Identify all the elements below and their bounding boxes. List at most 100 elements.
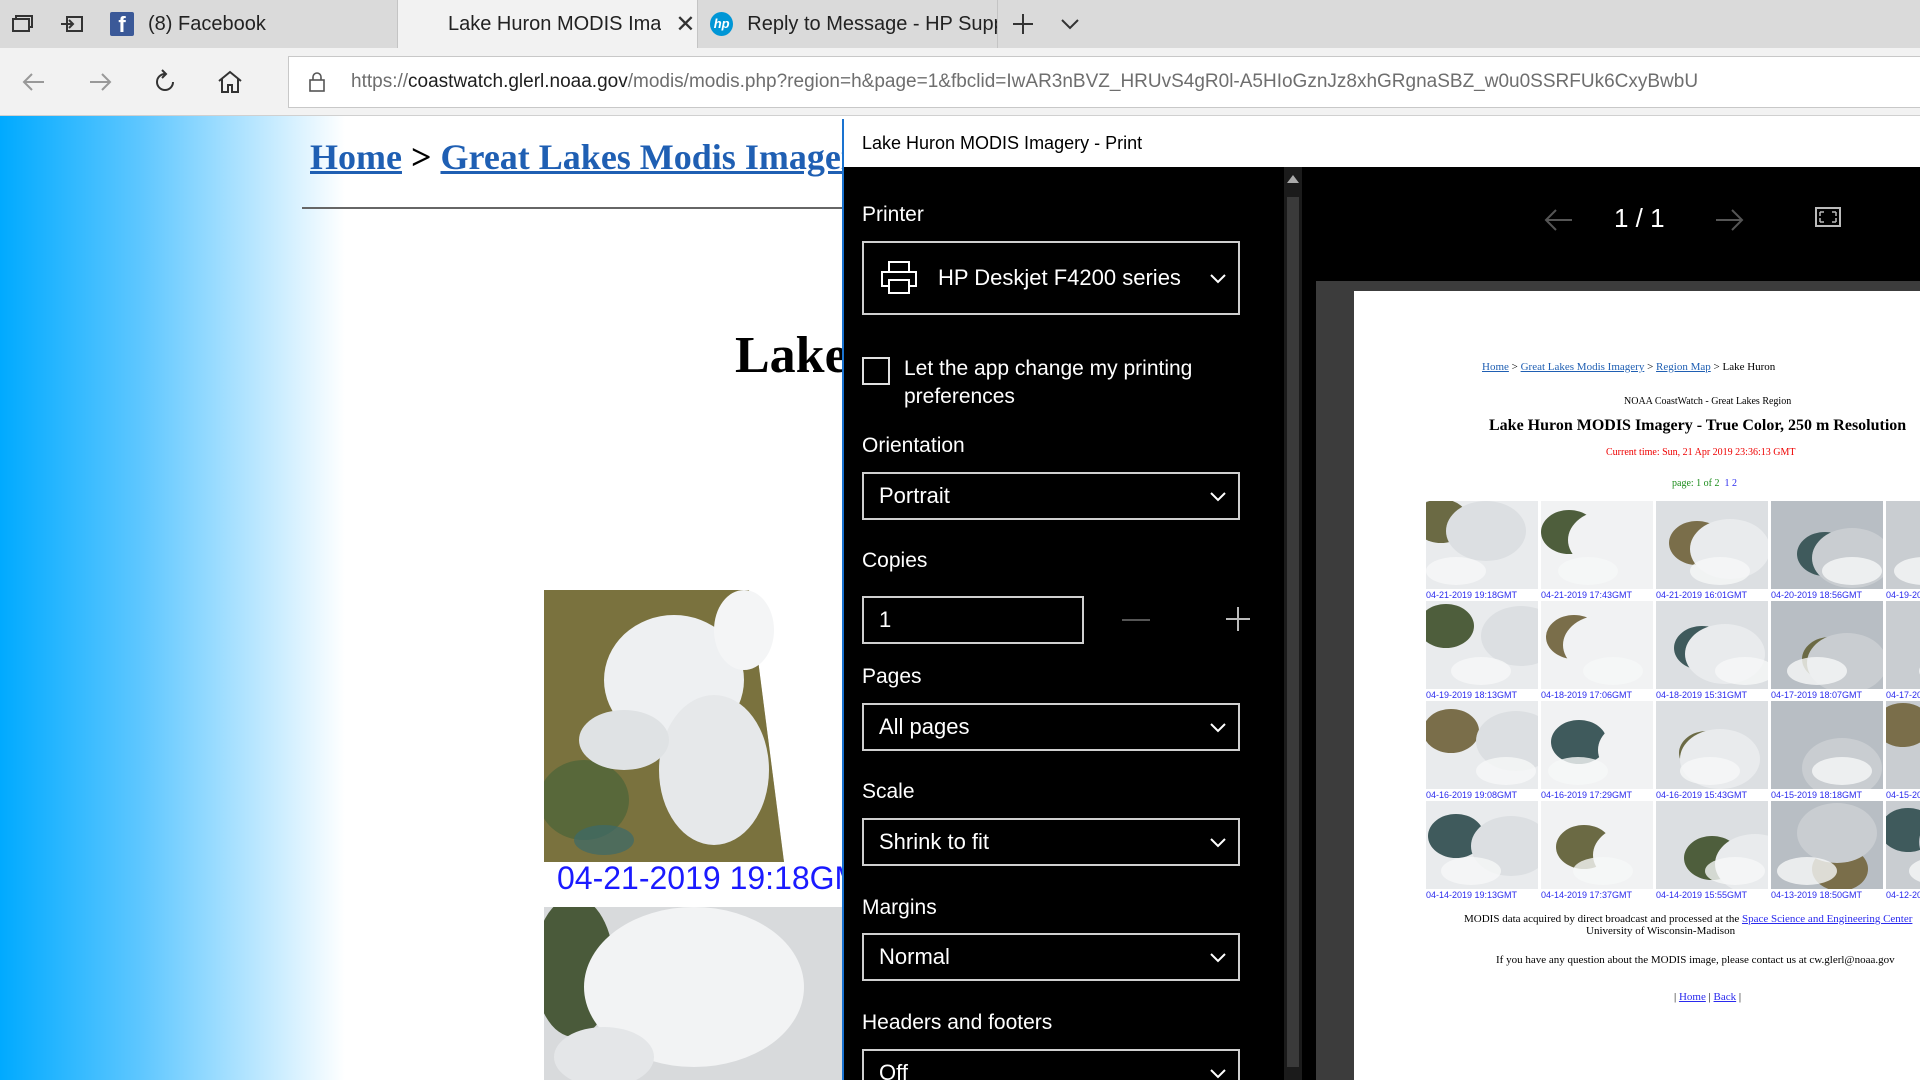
tab-lake-huron[interactable]: Lake Huron MODIS Ima ✕ bbox=[398, 0, 698, 48]
preview-note-university: University of Wisconsin-Madison bbox=[1586, 925, 1736, 937]
modis-thumbnail-image[interactable] bbox=[544, 907, 844, 1080]
allow-app-prefs-label: Let the app change my printing preferenc… bbox=[904, 357, 1193, 408]
preview-thumbnail-caption: 04-13-2019 18:50GMT bbox=[1771, 890, 1863, 900]
preview-thumbnail-image bbox=[1426, 701, 1538, 789]
set-tabs-aside-icon[interactable] bbox=[58, 10, 86, 38]
fit-page-icon[interactable] bbox=[1814, 206, 1842, 228]
preview-thumbnail-image bbox=[1426, 601, 1538, 689]
allow-app-prefs-checkbox[interactable] bbox=[862, 357, 890, 385]
preview-thumbnail-image bbox=[1656, 501, 1768, 589]
preview-thumbnail-image bbox=[1886, 601, 1920, 689]
refresh-icon[interactable] bbox=[147, 64, 183, 100]
preview-footer-back: Back bbox=[1713, 991, 1737, 1003]
preview-thumbnail: 04-18-2019 17:06GMT bbox=[1541, 601, 1653, 701]
scroll-up-icon[interactable] bbox=[1287, 175, 1299, 183]
preview-thumbnail-caption: 04-16-2019 15:43GMT bbox=[1656, 790, 1748, 800]
orientation-select[interactable]: Portrait bbox=[862, 472, 1240, 520]
preview-home-link: Home bbox=[1482, 361, 1509, 373]
margins-select[interactable]: Normal bbox=[862, 933, 1240, 981]
preview-breadcrumb: Home > Great Lakes Modis Imagery > Regio… bbox=[1482, 361, 1776, 373]
breadcrumb-modis-link[interactable]: Great Lakes Modis Imagery bbox=[440, 137, 874, 177]
pages-label: Pages bbox=[862, 665, 922, 688]
divider bbox=[302, 207, 862, 209]
tab-strip: f (8) Facebook Lake Huron MODIS Ima ✕ hp… bbox=[0, 0, 1920, 48]
back-icon[interactable] bbox=[16, 64, 52, 100]
preview-thumbnail-image bbox=[1426, 801, 1538, 889]
preview-thumbnail-caption: 04-15-2019 18:18GMT bbox=[1771, 790, 1863, 800]
tab-facebook[interactable]: f (8) Facebook bbox=[96, 0, 398, 48]
preview-thumbnail-image bbox=[1771, 501, 1883, 589]
print-preview: 1 / 1 Home > Great Lakes Modis Imagery >… bbox=[1302, 167, 1920, 1080]
print-dialog-title: Lake Huron MODIS Imagery - Print bbox=[844, 119, 1920, 167]
chevron-down-icon bbox=[1210, 838, 1226, 848]
breadcrumb: Home > Great Lakes Modis Imagery bbox=[310, 136, 875, 178]
tab-preview-chevron-icon[interactable] bbox=[1056, 10, 1084, 38]
preview-thumbnail-caption: 04-19-2019 18:13GMT bbox=[1426, 690, 1518, 700]
preview-ssec-link: Space Science and Engineering Center bbox=[1741, 913, 1913, 925]
preview-thumbnail-caption: 04-18-2019 17:06GMT bbox=[1541, 690, 1633, 700]
tab-manager-icon[interactable] bbox=[8, 10, 36, 38]
copies-label: Copies bbox=[862, 549, 928, 572]
preview-thumbnail: 04-16-2019 19:08GMT bbox=[1426, 701, 1538, 801]
pages-select[interactable]: All pages bbox=[862, 703, 1240, 751]
preview-current-time: Current time: Sun, 21 Apr 2019 23:36:13 … bbox=[1606, 447, 1796, 458]
copies-input[interactable]: 1 bbox=[862, 596, 1084, 644]
previous-page-icon[interactable] bbox=[1542, 205, 1576, 235]
preview-thumbnail: 04-21-2019 17:43GMT bbox=[1541, 501, 1653, 601]
preview-thumbnail-caption: 04-14-2019 19:13GMT bbox=[1426, 890, 1518, 900]
printer-label: Printer bbox=[862, 203, 924, 226]
modis-thumbnail-image[interactable] bbox=[544, 590, 784, 862]
facebook-icon: f bbox=[110, 12, 134, 37]
printer-select[interactable]: HP Deskjet F4200 series bbox=[862, 241, 1240, 315]
preview-modis-link: Great Lakes Modis Imagery bbox=[1520, 361, 1645, 373]
preview-footer-links: | Home | Back | bbox=[1674, 991, 1742, 1003]
close-tab-icon[interactable]: ✕ bbox=[675, 10, 695, 39]
preview-thumbnail: 04-13-2019 18:50GMT bbox=[1771, 801, 1883, 901]
next-page-icon[interactable] bbox=[1712, 205, 1746, 235]
print-dialog: Lake Huron MODIS Imagery - Print Printer… bbox=[842, 119, 1920, 1080]
print-settings-panel: Printer HP Deskjet F4200 series Let the … bbox=[844, 167, 1286, 1080]
preview-thumbnail: 04-14-2019 17:37GMT bbox=[1541, 801, 1653, 901]
preview-thumbnail-caption: 04-16-2019 19:08GMT bbox=[1426, 790, 1518, 800]
preview-thumbnail-caption: 04-21-2019 19:18GMT bbox=[1426, 590, 1518, 600]
tab-title: Reply to Message - HP Supp bbox=[747, 12, 997, 35]
chevron-down-icon bbox=[1210, 1069, 1226, 1079]
preview-thumbnail: 04-17-2019 bbox=[1886, 601, 1920, 701]
address-bar[interactable]: https://coastwatch.glerl.noaa.gov/modis/… bbox=[288, 56, 1920, 108]
tab-hp-support[interactable]: hp Reply to Message - HP Supp bbox=[698, 0, 998, 48]
hp-icon: hp bbox=[710, 12, 734, 36]
new-tab-icon[interactable] bbox=[1009, 10, 1037, 38]
scrollbar-thumb[interactable] bbox=[1287, 197, 1299, 1067]
breadcrumb-home-link[interactable]: Home bbox=[310, 137, 402, 177]
preview-thumbnail: 04-21-2019 16:01GMT bbox=[1656, 501, 1768, 601]
preview-note-text: MODIS data acquired by direct broadcast … bbox=[1464, 913, 1740, 925]
navigation-bar: https://coastwatch.glerl.noaa.gov/modis/… bbox=[0, 48, 1920, 116]
settings-scrollbar[interactable] bbox=[1284, 167, 1302, 1080]
headers-footers-select[interactable]: Off bbox=[862, 1049, 1240, 1080]
preview-navigation: 1 / 1 bbox=[1302, 167, 1920, 279]
preview-thumbnail: 04-16-2019 15:43GMT bbox=[1656, 701, 1768, 801]
preview-thumbnail-image bbox=[1886, 801, 1920, 889]
preview-thumbnail-image bbox=[1656, 701, 1768, 789]
preview-thumbnail-caption: 04-17-2019 18:07GMT bbox=[1771, 690, 1863, 700]
preview-thumbnail: 04-17-2019 18:07GMT bbox=[1771, 601, 1883, 701]
home-icon[interactable] bbox=[212, 64, 248, 100]
increase-copies-button[interactable] bbox=[1218, 597, 1258, 641]
thumbnail-caption[interactable]: 04-21-2019 19:18GMT bbox=[557, 860, 881, 897]
margins-value: Normal bbox=[879, 944, 950, 969]
preview-thumbnail-image bbox=[1886, 701, 1920, 789]
forward-icon[interactable] bbox=[82, 64, 118, 100]
preview-thumbnail-image bbox=[1426, 501, 1538, 589]
preview-thumbnail-caption: 04-19-2019 bbox=[1886, 590, 1920, 600]
preview-thumbnail-caption: 04-17-2019 bbox=[1886, 690, 1920, 700]
preview-page-links: 1 2 bbox=[1724, 478, 1738, 489]
chevron-down-icon bbox=[1210, 953, 1226, 963]
preview-thumbnail-caption: 04-21-2019 17:43GMT bbox=[1541, 590, 1633, 600]
preview-region-link: Region Map bbox=[1656, 361, 1711, 373]
preview-thumbnail-caption: 04-12-2019 bbox=[1886, 890, 1920, 900]
preview-thumbnail: 04-12-2019 bbox=[1886, 801, 1920, 901]
scale-select[interactable]: Shrink to fit bbox=[862, 818, 1240, 866]
decrease-copies-button[interactable] bbox=[1122, 619, 1150, 621]
preview-thumbnail-image bbox=[1541, 701, 1653, 789]
printer-value: HP Deskjet F4200 series bbox=[938, 265, 1181, 290]
